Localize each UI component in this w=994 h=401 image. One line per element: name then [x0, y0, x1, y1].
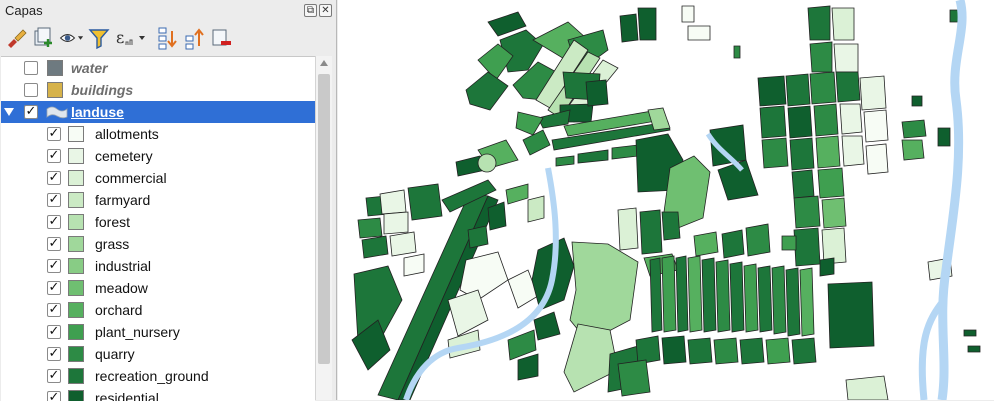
float-panel-icon[interactable]: ⧉ — [304, 4, 317, 17]
category-row[interactable]: ✓ residential — [1, 387, 315, 401]
scroll-up-icon[interactable] — [320, 60, 328, 66]
category-row[interactable]: ✓ quarry — [1, 343, 315, 365]
category-swatch — [68, 258, 84, 274]
layers-toolbar: ε — [0, 22, 337, 54]
panel-title: Capas — [5, 3, 43, 18]
category-checkbox[interactable]: ✓ — [47, 303, 61, 317]
category-checkbox[interactable]: ✓ — [47, 149, 61, 163]
category-label: plant_nursery — [95, 324, 180, 340]
layer-row-landuse[interactable]: ✓ landuse — [1, 101, 315, 123]
category-swatch — [68, 126, 84, 142]
category-row[interactable]: ✓ orchard — [1, 299, 315, 321]
category-row[interactable]: ✓ commercial — [1, 167, 315, 189]
category-checkbox[interactable]: ✓ — [47, 369, 61, 383]
layer-swatch — [47, 60, 63, 76]
category-checkbox[interactable]: ✓ — [47, 237, 61, 251]
category-row[interactable]: ✓ grass — [1, 233, 315, 255]
category-checkbox[interactable]: ✓ — [47, 347, 61, 361]
close-icon[interactable]: ✕ — [319, 4, 332, 17]
category-row[interactable]: ✓ meadow — [1, 277, 315, 299]
category-swatch — [68, 324, 84, 340]
category-row[interactable]: ✓ industrial — [1, 255, 315, 277]
collapse-arrow-icon[interactable] — [4, 108, 14, 116]
category-checkbox[interactable]: ✓ — [47, 193, 61, 207]
expression-filter-icon[interactable]: ε — [113, 25, 151, 51]
category-swatch — [68, 346, 84, 362]
landuse-map — [351, 0, 981, 400]
category-swatch — [68, 280, 84, 296]
category-label: orchard — [95, 302, 143, 318]
layer-checkbox[interactable] — [24, 83, 38, 97]
category-checkbox[interactable]: ✓ — [47, 215, 61, 229]
category-checkbox[interactable]: ✓ — [47, 259, 61, 273]
category-swatch — [68, 390, 84, 401]
category-label: farmyard — [95, 192, 151, 208]
add-group-icon[interactable] — [30, 25, 56, 51]
category-row[interactable]: ✓ farmyard — [1, 189, 315, 211]
category-row[interactable]: ✓ cemetery — [1, 145, 315, 167]
filter-icon[interactable] — [86, 25, 112, 51]
expand-all-icon[interactable] — [154, 25, 180, 51]
category-checkbox[interactable]: ✓ — [47, 281, 61, 295]
category-row[interactable]: ✓ forest — [1, 211, 315, 233]
category-swatch — [68, 368, 84, 384]
layer-label: water — [71, 60, 108, 76]
layer-tree: water buildings ✓ landuse ✓ allotments ✓ c… — [1, 56, 315, 401]
panel-titlebar: Capas ⧉ ✕ — [0, 0, 337, 22]
layer-tree-scrollbar[interactable] — [315, 56, 332, 400]
category-label: forest — [95, 214, 131, 230]
category-swatch — [68, 236, 84, 252]
category-label: cemetery — [95, 148, 153, 164]
layer-checkbox[interactable] — [24, 61, 38, 75]
layer-row-water[interactable]: water — [1, 57, 315, 79]
category-swatch — [68, 192, 84, 208]
layer-checkbox[interactable]: ✓ — [24, 105, 38, 119]
polygon-layer-icon — [46, 106, 68, 119]
style-brush-icon[interactable] — [4, 25, 30, 51]
category-swatch — [68, 148, 84, 164]
visibility-eye-icon[interactable] — [58, 25, 84, 51]
category-label: recreation_ground — [95, 368, 209, 384]
collapse-all-icon[interactable] — [181, 25, 207, 51]
layer-label: landuse — [71, 104, 124, 120]
svg-text:ε: ε — [116, 28, 124, 47]
category-checkbox[interactable]: ✓ — [47, 127, 61, 141]
category-checkbox[interactable]: ✓ — [47, 325, 61, 339]
remove-layer-icon[interactable] — [208, 25, 234, 51]
category-swatch — [68, 214, 84, 230]
scrollbar-thumb[interactable] — [318, 74, 330, 364]
layer-label: buildings — [71, 82, 134, 98]
category-row[interactable]: ✓ plant_nursery — [1, 321, 315, 343]
category-row[interactable]: ✓ allotments — [1, 123, 315, 145]
category-label: allotments — [95, 126, 159, 142]
category-swatch — [68, 170, 84, 186]
category-label: grass — [95, 236, 130, 252]
layers-panel: Capas ⧉ ✕ ε water buildings ✓ landuse ✓ … — [0, 0, 337, 401]
category-swatch — [68, 302, 84, 318]
layer-swatch — [47, 82, 63, 98]
category-row[interactable]: ✓ recreation_ground — [1, 365, 315, 387]
map-canvas[interactable] — [338, 0, 994, 400]
category-label: residential — [95, 390, 159, 401]
category-label: commercial — [95, 170, 167, 186]
category-label: quarry — [95, 346, 135, 362]
category-checkbox[interactable]: ✓ — [47, 171, 61, 185]
category-label: industrial — [95, 258, 152, 274]
layer-row-buildings[interactable]: buildings — [1, 79, 315, 101]
category-label: meadow — [95, 280, 148, 296]
